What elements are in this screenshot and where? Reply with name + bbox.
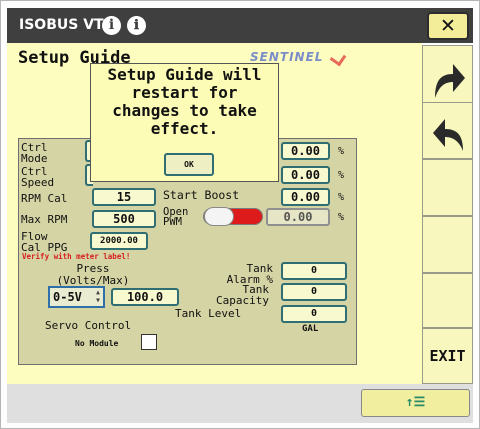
tank-alarm-field[interactable]: 0 bbox=[281, 262, 347, 280]
exit-softkey[interactable]: EXIT bbox=[422, 328, 473, 384]
close-button[interactable]: ✕ bbox=[427, 12, 469, 40]
ctrl-speed-value-field[interactable]: 0.00 bbox=[281, 166, 330, 184]
exit-label: EXIT bbox=[429, 347, 466, 365]
open-pwm-field: 0.00 bbox=[266, 208, 330, 226]
press-range-select[interactable]: 0-5V ▴ ▾ bbox=[48, 286, 105, 308]
tank-level-label: Tank Level bbox=[175, 307, 242, 320]
verify-warning: Verify with meter label! bbox=[22, 252, 131, 261]
ok-button[interactable]: OK bbox=[164, 153, 214, 176]
start-boost-label: Start Boost bbox=[163, 188, 240, 202]
title-bar: ISOBUS VT i ℹ bbox=[7, 8, 473, 43]
help-icon[interactable]: ℹ bbox=[127, 16, 146, 35]
open-pwm-toggle[interactable] bbox=[203, 207, 263, 226]
arrow-left-icon bbox=[433, 119, 463, 151]
info-icon[interactable]: i bbox=[102, 16, 121, 35]
percent-unit: % bbox=[338, 146, 345, 157]
softkey-empty-3[interactable] bbox=[422, 159, 473, 216]
max-rpm-label: Max RPM bbox=[21, 213, 68, 226]
app-title: ISOBUS VT bbox=[19, 17, 104, 33]
start-boost-field[interactable]: 0.00 bbox=[281, 188, 330, 206]
percent-unit: % bbox=[338, 170, 345, 181]
back-softkey[interactable] bbox=[422, 102, 473, 159]
softkey-empty-5[interactable] bbox=[422, 273, 473, 328]
ctrl-mode-value-field[interactable]: 0.00 bbox=[281, 142, 330, 160]
servo-control-label: Servo Control bbox=[45, 319, 132, 332]
press-range-value: 0-5V bbox=[53, 290, 82, 304]
tank-capacity-field[interactable]: 0 bbox=[281, 283, 347, 301]
percent-unit: % bbox=[338, 212, 345, 223]
tank-level-unit: GAL bbox=[302, 324, 319, 334]
rpm-cal-field[interactable]: 15 bbox=[92, 188, 156, 206]
max-rpm-field[interactable]: 500 bbox=[92, 210, 156, 228]
ctrl-speed-label: Ctrl Speed bbox=[21, 165, 55, 189]
flow-cal-field[interactable]: 2000.00 bbox=[90, 232, 148, 250]
ctrl-mode-label: Ctrl Mode bbox=[21, 141, 48, 165]
flow-cal-label: Flow Cal PPG bbox=[21, 230, 68, 254]
tank-capacity-label: Tank Capacity bbox=[216, 283, 269, 307]
open-pwm-label: Open PWM bbox=[163, 206, 189, 228]
softkey-empty-4[interactable] bbox=[422, 216, 473, 273]
no-module-checkbox[interactable] bbox=[141, 334, 157, 350]
rpm-cal-label: RPM Cal bbox=[21, 192, 68, 205]
press-label: Press (Volts/Max) bbox=[56, 262, 130, 287]
spinner-icon: ▴ ▾ bbox=[94, 287, 101, 306]
toggle-knob bbox=[204, 207, 234, 226]
dialog-message: Setup Guide will restart for changes to … bbox=[107, 65, 262, 138]
press-max-field[interactable]: 100.0 bbox=[111, 288, 179, 306]
tank-level-field: 0 bbox=[281, 305, 347, 323]
percent-unit: % bbox=[338, 192, 345, 203]
brand-logo: SENTINEL bbox=[250, 50, 324, 64]
no-module-label: No Module bbox=[75, 339, 119, 348]
arrow-right-icon bbox=[435, 64, 465, 98]
expand-menu-button[interactable]: ↑☰ bbox=[361, 389, 470, 417]
restart-dialog: Setup Guide will restart for changes to … bbox=[90, 63, 279, 182]
tank-alarm-label: Tank Alarm % bbox=[226, 262, 273, 286]
